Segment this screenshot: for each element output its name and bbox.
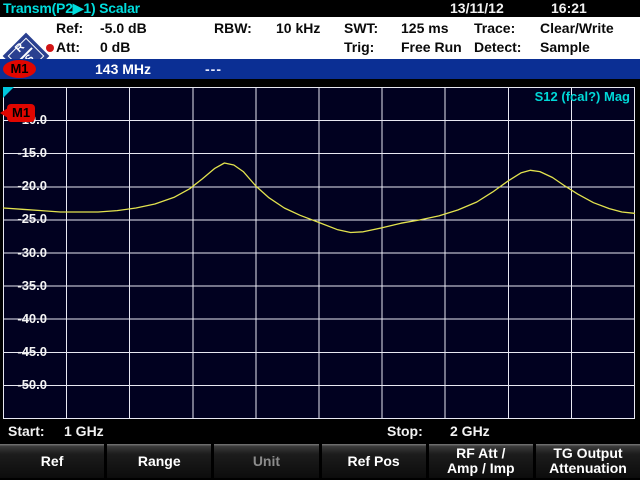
- softkey-ref[interactable]: Ref: [0, 444, 104, 478]
- trace-label: Trace:: [474, 19, 540, 38]
- instrument-screen: Transm(P2▶1) Scalar 13/11/12 16:21 R S R…: [0, 0, 640, 480]
- ref-value: -5.0 dB: [100, 20, 147, 36]
- stop-value: 2 GHz: [450, 419, 490, 444]
- ref-label: Ref:: [56, 19, 100, 38]
- trace-annotation: S12 (fcal?) Mag: [535, 89, 630, 104]
- softkey-row: Ref Range Unit Ref Pos RF Att /Amp / Imp…: [0, 444, 640, 478]
- marker-level: ---: [205, 59, 222, 79]
- softkey-range-label: Range: [138, 454, 181, 469]
- softkey-unit[interactable]: Unit: [214, 444, 318, 478]
- att-active-dot: [46, 44, 54, 52]
- field-swt: SWT:125 ms: [344, 19, 448, 38]
- detect-label: Detect:: [474, 38, 540, 57]
- chart-svg: [3, 87, 635, 419]
- swt-label: SWT:: [344, 19, 401, 38]
- y-axis-label: -45.0: [7, 344, 47, 360]
- y-axis-label: -20.0: [7, 178, 47, 194]
- trace-value: Clear/Write: [540, 20, 614, 36]
- att-label: Att:: [56, 38, 100, 57]
- softkey-ref-pos[interactable]: Ref Pos: [322, 444, 426, 478]
- softkey-rf-att-amp-imp[interactable]: RF Att /Amp / Imp: [429, 444, 533, 478]
- title-bar: Transm(P2▶1) Scalar 13/11/12 16:21: [0, 0, 640, 17]
- y-axis-label: -35.0: [7, 278, 47, 294]
- field-trig: Trig:Free Run: [344, 38, 462, 57]
- field-detect: Detect:Sample: [474, 38, 590, 57]
- rbw-label: RBW:: [214, 19, 276, 38]
- softkey-ref-pos-label: Ref Pos: [348, 454, 400, 469]
- softkey-tg-output-attenuation[interactable]: TG OutputAttenuation: [536, 444, 640, 478]
- field-trace: Trace:Clear/Write: [474, 19, 614, 38]
- time-text: 16:21: [551, 0, 587, 17]
- start-label: Start:: [8, 419, 45, 444]
- trig-value: Free Run: [401, 39, 462, 55]
- softkey-rf-att-label: RF Att /: [456, 446, 505, 461]
- softkey-tg-output-label2: Attenuation: [549, 461, 627, 476]
- marker-m1-label: M1: [7, 104, 35, 122]
- softkey-range[interactable]: Range: [107, 444, 211, 478]
- marker-bar: M1 143 MHz ---: [0, 59, 640, 79]
- settings-header: R S Ref:-5.0 dB Att:0 dB RBW:10 kHz SWT:…: [0, 17, 640, 59]
- marker-frequency: 143 MHz: [95, 59, 151, 79]
- detect-value: Sample: [540, 39, 590, 55]
- trig-label: Trig:: [344, 38, 401, 57]
- marker-badge[interactable]: M1: [3, 60, 36, 78]
- softkey-tg-output-label: TG Output: [553, 446, 622, 461]
- rbw-value: 10 kHz: [276, 20, 320, 36]
- att-value: 0 dB: [100, 39, 130, 55]
- start-value: 1 GHz: [64, 419, 104, 444]
- field-rbw: RBW:10 kHz: [214, 19, 320, 38]
- y-axis-labels: -10.0-15.0-20.0-25.0-30.0-35.0-40.0-45.0…: [7, 87, 47, 419]
- y-axis-label: -15.0: [7, 145, 47, 161]
- page-title: Transm(P2▶1) Scalar: [3, 0, 140, 17]
- field-att: Att:0 dB: [56, 38, 130, 57]
- y-axis-label: -25.0: [7, 211, 47, 227]
- softkey-rf-att-label2: Amp / Imp: [447, 461, 515, 476]
- date-text: 13/11/12: [450, 0, 504, 17]
- softkey-unit-label: Unit: [253, 454, 280, 469]
- marker-m1-tag[interactable]: M1: [0, 104, 35, 122]
- stop-label: Stop:: [387, 419, 423, 444]
- y-axis-label: -30.0: [7, 245, 47, 261]
- y-axis-label: -50.0: [7, 377, 47, 393]
- softkey-ref-label: Ref: [41, 454, 64, 469]
- y-axis-label: -40.0: [7, 311, 47, 327]
- swt-value: 125 ms: [401, 20, 448, 36]
- chart-area: S12 (fcal?) Mag -10.0-15.0-20.0-25.0-30.…: [3, 87, 635, 419]
- frequency-footer: Start: 1 GHz Stop: 2 GHz: [0, 419, 640, 444]
- field-ref: Ref:-5.0 dB: [56, 19, 147, 38]
